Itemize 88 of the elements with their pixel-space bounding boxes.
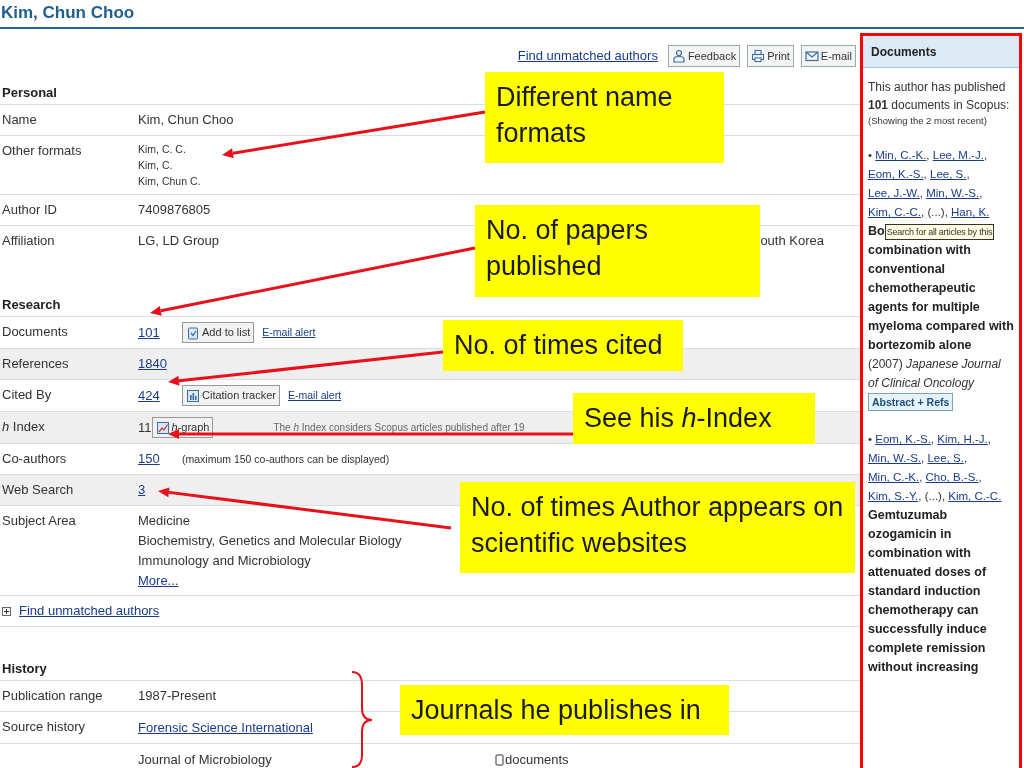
section-heading: History (2, 660, 47, 678)
field-label: Affiliation (2, 233, 55, 248)
document-icon (495, 753, 504, 766)
author-link[interactable]: Kim, C.-C. (948, 490, 1002, 502)
field-value: Immunology and Microbiology (138, 552, 311, 570)
field-label: Other formats (2, 143, 82, 158)
field-label: References (2, 356, 69, 371)
field-value: 7409876805 (138, 201, 211, 219)
author-link[interactable]: Han, K. (951, 206, 990, 218)
summary-text: This author has published 101 documents in Scopus: (868, 79, 1011, 114)
author-link[interactable]: Min, W.-S. (868, 452, 922, 464)
author-link[interactable]: Kim, C.-C. (868, 206, 922, 218)
clipboard-icon (186, 325, 200, 340)
panel-title: Documents (871, 43, 937, 61)
callout: Different name formats (485, 72, 724, 163)
author-link[interactable]: Kim, S.-Y. (868, 490, 919, 502)
tooltip: Search for all articles by this (884, 223, 995, 240)
line-graph-icon (155, 420, 170, 435)
field-label: h Index (2, 419, 45, 434)
field-label: Source history (2, 719, 86, 734)
author-link[interactable]: Lee, M.-J. (932, 149, 984, 161)
author-link[interactable]: Min, C.-K. (868, 471, 920, 483)
field-value: Kim, Chun C. (138, 174, 201, 189)
field-value: Medicine (138, 512, 191, 530)
field-label: Cited By (2, 387, 52, 402)
envelope-icon (804, 49, 819, 63)
find-unmatched-authors-link[interactable]: Find unmatched authors (19, 601, 160, 621)
callout: No. of papers published (475, 205, 760, 297)
journal-link[interactable]: Forensic Science International (138, 717, 313, 738)
section-heading: Personal (2, 84, 57, 102)
field-value: Kim, C. C. (138, 142, 186, 157)
add-button[interactable]: Add to list (182, 322, 255, 343)
field-label: Name (2, 112, 37, 127)
field-value: (maximum 150 co-authors can be displayed) (182, 451, 390, 467)
article-title: Gemtuzumab ozogamicin in combination with attenuated doses of standard induction chemotherapy can successfully induce complete remission without increasing (868, 507, 988, 676)
person-icon (671, 49, 686, 63)
author-link[interactable]: Eom, K.-S. (868, 168, 924, 180)
value-link[interactable]: 3 (138, 480, 182, 499)
callout: Journals he publishes in (400, 685, 729, 735)
author-link[interactable]: Eom, K.-S. (875, 433, 931, 445)
abstract-refs-button[interactable]: Abstract + Refs (868, 393, 954, 411)
field-label: Co-authors (2, 451, 67, 466)
section-heading: Research (2, 296, 61, 314)
field-value: Biochemistry, Genetics and Molecular Biology (138, 532, 402, 550)
field-label: Subject Area (2, 513, 76, 528)
email-alert-link[interactable]: E-mail alert (288, 387, 342, 404)
plus-icon[interactable] (2, 606, 11, 616)
field-value: 11 (138, 418, 152, 437)
article-title: combination with conventional chemotherapeutic agents for multiple myeloma compared with bortezomib alone (868, 242, 1014, 354)
value-link[interactable]: 101 (138, 323, 182, 342)
author-link[interactable]: Lee, J.-W. (868, 187, 920, 199)
article-source: (2007) Japanese Journal of Clinical Oncology (868, 356, 1002, 392)
author-list: • Min, C.-K., Lee, M.-J., Eom, K.-S., Lee, S., Lee, J.-W., Min, W.-S., Kim, C.-C., (...), Han, K. (868, 146, 1014, 222)
documents-link[interactable]: documents (495, 749, 569, 768)
email-button[interactable]: E-mail (800, 45, 856, 67)
field-label: Documents (2, 324, 68, 339)
value-link[interactable]: 1840 (138, 354, 182, 373)
field-value: outh Korea (760, 232, 824, 251)
callout: See his h-Index (573, 393, 815, 444)
value-link[interactable]: 150 (138, 449, 182, 468)
field-value: Kim, C. (138, 158, 173, 173)
find-unmatched-authors-link[interactable]: Find unmatched authors (517, 46, 658, 66)
author-list: • Eom, K.-S., Kim, H.-J., Min, W.-S., Lee, S., Min, C.-K., Cho, B.-S., Kim, S.-Y., (...), Kim, C.-C. (868, 430, 1014, 506)
bar-chart-icon (186, 388, 200, 403)
email-alert-link[interactable]: E-mail alert (262, 324, 316, 341)
printer-icon (751, 49, 766, 63)
print-button[interactable]: Print (747, 45, 794, 67)
field-value: Kim, Chun Choo (138, 111, 234, 129)
value-link[interactable]: More... (138, 571, 182, 590)
field-value: 1987-Present (138, 687, 217, 705)
value-link[interactable]: 424 (138, 386, 182, 405)
callout: No. of times cited (443, 320, 683, 371)
tracker-button[interactable]: Citation tracker (182, 385, 280, 406)
author-link[interactable]: Cho, B.-S. (925, 471, 979, 483)
feedback-button[interactable]: Feedback (667, 45, 741, 67)
callout: No. of times Author appears on scientific websites (460, 482, 855, 573)
field-label: Web Search (2, 482, 74, 497)
field-label: Publication range (2, 688, 103, 703)
field-value: LG, LD Group (138, 232, 219, 250)
field-label: Author ID (2, 202, 57, 217)
h-index-note: The h Index considers Scopus articles published after 19 (273, 421, 525, 435)
author-link[interactable]: Kim, H.-J. (937, 433, 988, 445)
note-text: (Showing the 2 most recent) (868, 114, 988, 128)
article-title-start: Bo (868, 223, 885, 240)
page-title: Kim, Chun Choo (1, 2, 135, 24)
author-link[interactable]: Lee, S. (927, 452, 964, 464)
author-link[interactable]: Min, W.-S. (926, 187, 980, 199)
journal-name: Journal of Microbiology (138, 751, 273, 768)
